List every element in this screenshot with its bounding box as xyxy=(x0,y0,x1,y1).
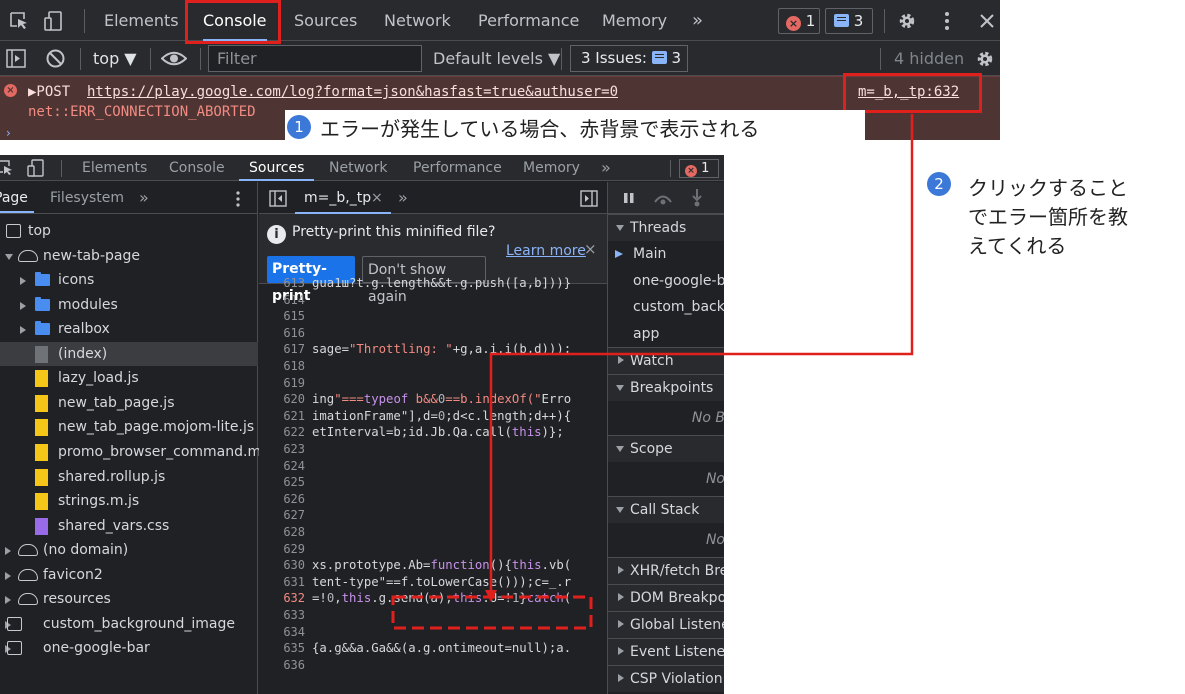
annotation-connector xyxy=(391,114,914,630)
